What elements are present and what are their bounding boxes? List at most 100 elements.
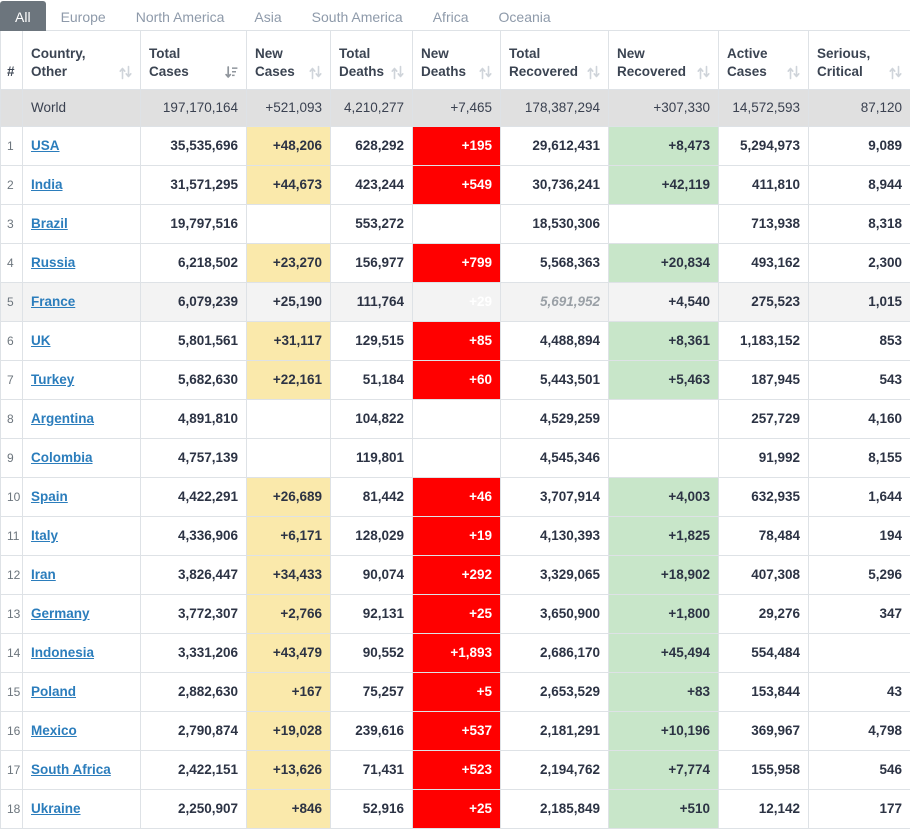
active-cases-cell: 187,945 [718,359,809,400]
table-row: 13 Germany 3,772,307 +2,766 92,131 +25 3,650,9… [0,593,910,634]
new-deaths-cell: +46 [412,476,501,517]
active-cases-cell: 29,276 [718,593,809,634]
active-cases-cell: 78,484 [718,515,809,556]
table-row: 15 Poland 2,882,630 +167 75,257 +5 2,653,529 +8… [0,671,910,712]
country-link[interactable]: Indonesia [31,645,94,660]
column-header-new_recovered[interactable]: New Recovered [608,31,719,90]
new-recovered-cell [608,398,719,439]
country-link[interactable]: Italy [31,528,58,543]
country-link[interactable]: Spain [31,489,68,504]
country-link[interactable]: India [31,177,63,192]
row-index: 15 [0,671,23,712]
active-cases-cell: 12,142 [718,788,809,829]
sort-descending-icon[interactable] [225,65,238,80]
header-line-1: Total [339,46,371,62]
new-cases-cell [246,398,331,439]
total-recovered-cell: 2,653,529 [500,671,609,712]
sort-toggle-icon[interactable] [787,65,800,80]
country-link[interactable]: Germany [31,606,90,621]
header-line-1: Total [509,46,541,62]
tab-north-america[interactable]: North America [121,1,240,31]
sort-toggle-icon[interactable] [587,65,600,80]
total-deaths-cell: 75,257 [330,671,413,712]
new-recovered-cell: +8,473 [608,125,719,166]
sort-toggle-icon[interactable] [889,65,902,80]
sort-toggle-icon[interactable] [391,65,404,80]
column-header-label-new_recovered: New Recovered [617,45,686,80]
column-header-new_deaths[interactable]: New Deaths [412,31,501,90]
new-deaths-cell: +85 [412,320,501,361]
header-line-1: New [421,46,449,62]
tab-all[interactable]: All [0,1,46,31]
country-link[interactable]: Brazil [31,216,68,231]
world-label: World [22,88,141,127]
row-index: 13 [0,593,23,634]
country-cell: Ukraine [22,788,141,829]
new-deaths-cell: +25 [412,593,501,634]
new-deaths-cell: +292 [412,554,501,595]
column-header-num[interactable]: # [0,31,23,90]
new-recovered-cell: +8,361 [608,320,719,361]
country-cell: Spain [22,476,141,517]
serious-critical-cell: 4,160 [808,398,910,439]
column-header-serious_critical[interactable]: Serious, Critical [808,31,910,90]
country-link[interactable]: UK [31,333,51,348]
sort-toggle-icon[interactable] [309,65,322,80]
header-line-2: Recovered [509,63,579,79]
tab-oceania[interactable]: Oceania [484,1,566,31]
country-cell: Turkey [22,359,141,400]
country-link[interactable]: Iran [31,567,56,582]
new-deaths-cell: +523 [412,749,501,790]
total-cases-cell: 6,218,502 [140,242,247,283]
total-cases-cell: 4,336,906 [140,515,247,556]
country-link[interactable]: Colombia [31,450,93,465]
total-recovered-cell: 2,181,291 [500,710,609,751]
column-header-total_cases[interactable]: Total Cases [140,31,247,90]
column-header-active_cases[interactable]: Active Cases [718,31,809,90]
tab-europe[interactable]: Europe [46,1,121,31]
country-link[interactable]: South Africa [31,762,111,777]
table-header-row: # Country, Other Total Cases New Cases Total Dea… [0,31,910,90]
tab-south-america[interactable]: South America [297,1,418,31]
column-header-new_cases[interactable]: New Cases [246,31,331,90]
new-recovered-cell: +10,196 [608,710,719,751]
country-link[interactable]: France [31,294,75,309]
country-link[interactable]: Poland [31,684,76,699]
column-header-total_deaths[interactable]: Total Deaths [330,31,413,90]
new-cases-cell: +6,171 [246,515,331,556]
row-index: 9 [0,437,23,478]
new-recovered-cell: +18,902 [608,554,719,595]
column-header-label-total_deaths: Total Deaths [339,45,384,80]
total-recovered-cell: 2,185,849 [500,788,609,829]
sort-toggle-icon[interactable] [479,65,492,80]
new-deaths-cell: +60 [412,359,501,400]
country-link[interactable]: Argentina [31,411,94,426]
total-cases-cell: 19,797,516 [140,203,247,244]
country-cell: Poland [22,671,141,712]
country-link[interactable]: Ukraine [31,801,81,816]
row-index: 3 [0,203,23,244]
sort-toggle-icon[interactable] [697,65,710,80]
total-deaths-cell: 51,184 [330,359,413,400]
new-cases-cell: +13,626 [246,749,331,790]
row-index: 18 [0,788,23,829]
country-link[interactable]: Russia [31,255,75,270]
world-serious-critical: 87,120 [808,88,910,127]
header-line-2: Other [31,63,68,79]
tab-asia[interactable]: Asia [239,1,296,31]
new-recovered-cell [608,203,719,244]
country-link[interactable]: Mexico [31,723,77,738]
table-row: 2 India 31,571,295 +44,673 423,244 +549 30,736… [0,164,910,205]
serious-critical-cell: 8,155 [808,437,910,478]
total-deaths-cell: 553,272 [330,203,413,244]
column-header-country[interactable]: Country, Other [22,31,141,90]
header-line-2: Cases [255,63,295,79]
country-cell: UK [22,320,141,361]
tab-africa[interactable]: Africa [418,1,484,31]
sort-toggle-icon[interactable] [119,65,132,80]
country-link[interactable]: Turkey [31,372,74,387]
country-cell: Russia [22,242,141,283]
column-header-total_recovered[interactable]: Total Recovered [500,31,609,90]
world-new-cases: +521,093 [246,88,331,127]
country-link[interactable]: USA [31,138,60,153]
